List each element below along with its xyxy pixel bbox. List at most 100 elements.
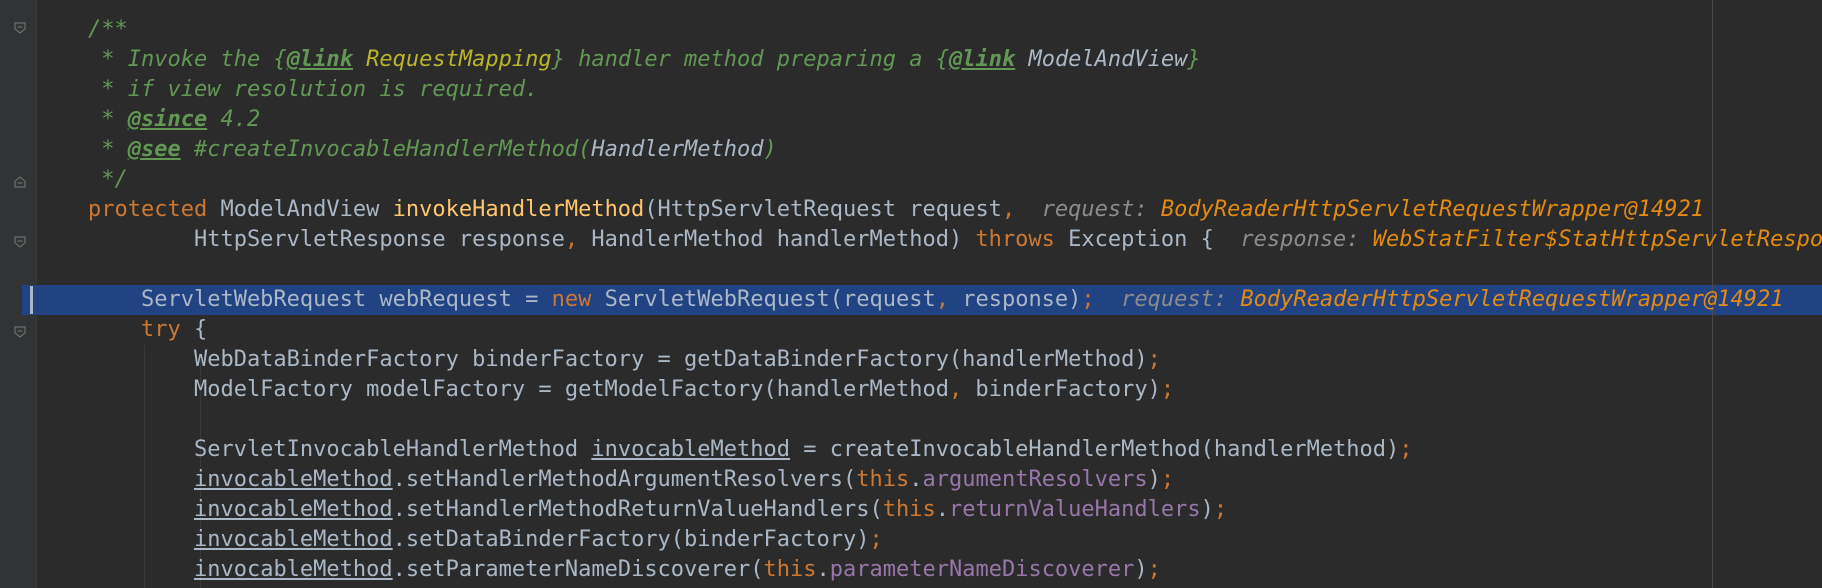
debug-inline-value: request:: [1121, 287, 1241, 312]
code-token: ,: [564, 227, 579, 252]
code-token: (HttpServletRequest request: [644, 197, 1002, 222]
code-token: .setHandlerMethodArgumentResolvers(: [392, 467, 857, 492]
code-token: this: [763, 557, 817, 582]
code-line[interactable]: WebDataBinderFactory binderFactory = get…: [0, 345, 1822, 375]
code-text: try {: [88, 315, 207, 345]
code-text: invocableMethod.setDataBinderFactory(bin…: [88, 525, 883, 555]
code-text: */: [88, 165, 128, 195]
code-line[interactable]: invocableMethod.setParameterNameDiscover…: [0, 555, 1822, 585]
code-token: ServletInvocableHandlerMethod: [88, 437, 592, 462]
code-token: ;: [1160, 377, 1175, 402]
code-token: *: [88, 137, 128, 162]
code-token: ,: [935, 287, 949, 312]
code-text: /**: [88, 15, 128, 45]
code-line[interactable]: invocableMethod.setHandlerMethodReturnVa…: [0, 495, 1822, 525]
code-token: argumentResolvers: [922, 467, 1148, 492]
code-token: ;: [1147, 557, 1161, 582]
code-line[interactable]: [0, 405, 1822, 435]
code-token: HttpServletResponse response: [88, 227, 565, 252]
code-token: ModelAndView: [220, 197, 393, 222]
code-line[interactable]: /**: [0, 15, 1822, 45]
code-text: * Invoke the {@link RequestMapping} hand…: [88, 45, 1200, 75]
code-token: ServletWebRequest(request: [604, 287, 936, 312]
code-token: ): [1147, 467, 1161, 492]
code-token: ;: [1081, 287, 1095, 312]
code-token: protected: [88, 197, 221, 222]
code-line[interactable]: * Invoke the {@link RequestMapping} hand…: [0, 45, 1822, 75]
code-text: ModelFactory modelFactory = getModelFact…: [88, 375, 1174, 405]
code-token: invocableMethod: [193, 497, 393, 522]
code-line[interactable]: * if view resolution is required.: [0, 75, 1822, 105]
code-text: invocableMethod.setHandlerMethodArgument…: [88, 465, 1174, 495]
code-token: .: [935, 497, 949, 522]
code-token: parameterNameDiscoverer: [829, 557, 1135, 582]
code-token: ,: [1001, 197, 1016, 222]
code-token: this: [882, 497, 936, 522]
code-token: ): [1200, 497, 1214, 522]
code-text: ServletWebRequest webRequest = new Servl…: [88, 285, 1783, 315]
code-line[interactable]: * @see #createInvocableHandlerMethod(Han…: [0, 135, 1822, 165]
code-line[interactable]: * @since 4.2: [0, 105, 1822, 135]
code-text: * @see #createInvocableHandlerMethod(Han…: [88, 135, 777, 165]
debug-inline-value: response:: [1240, 227, 1373, 252]
code-token: ;: [869, 527, 883, 552]
code-token: @see: [127, 137, 181, 162]
code-text: * if view resolution is required.: [88, 75, 538, 105]
code-token: invocableMethod: [591, 437, 791, 462]
code-token: @link: [948, 47, 1016, 72]
code-line[interactable]: */: [0, 165, 1822, 195]
code-token: ;: [1160, 467, 1175, 492]
code-token: invokeHandlerMethod: [392, 197, 645, 222]
code-token: ): [1134, 557, 1148, 582]
code-token: } handler method preparing a {: [551, 47, 949, 72]
debug-inline-value: request:: [1041, 197, 1161, 222]
code-line[interactable]: HttpServletResponse response, HandlerMet…: [0, 225, 1822, 255]
code-token: response): [948, 287, 1082, 312]
code-token: = createInvocableHandlerMethod(handlerMe…: [790, 437, 1400, 462]
code-line[interactable]: protected ModelAndView invokeHandlerMeth…: [0, 195, 1822, 225]
code-line[interactable]: try {: [0, 315, 1822, 345]
code-text: HttpServletResponse response, HandlerMet…: [88, 225, 1822, 255]
code-token: Exception {: [1068, 227, 1241, 252]
code-text: invocableMethod.setParameterNameDiscover…: [88, 555, 1161, 585]
code-line[interactable]: ModelFactory modelFactory = getModelFact…: [0, 375, 1822, 405]
code-token: throws: [975, 227, 1069, 252]
code-token: @since: [127, 107, 208, 132]
code-token: HandlerMethod: [591, 137, 764, 162]
code-line[interactable]: invocableMethod.setDataBinderFactory(bin…: [0, 525, 1822, 555]
code-token: ): [763, 137, 777, 162]
code-line[interactable]: invocableMethod.setHandlerMethodArgument…: [0, 465, 1822, 495]
code-line[interactable]: [0, 255, 1822, 285]
code-token: ;: [1213, 497, 1228, 522]
code-token: ;: [1399, 437, 1413, 462]
code-token: try: [88, 317, 194, 342]
code-token: ModelFactory modelFactory = getModelFact…: [88, 377, 949, 402]
code-token: .setParameterNameDiscoverer(: [392, 557, 764, 582]
debug-inline-value: BodyReaderHttpServletRequestWrapper@1492…: [1240, 287, 1784, 312]
code-token: HandlerMethod handlerMethod): [578, 227, 976, 252]
code-token: .: [909, 467, 923, 492]
code-text: * @since 4.2: [88, 105, 260, 135]
code-token: */: [88, 167, 128, 192]
code-text: invocableMethod.setHandlerMethodReturnVa…: [88, 495, 1227, 525]
code-token: ;: [1147, 347, 1161, 372]
code-line[interactable]: ServletInvocableHandlerMethod invocableM…: [0, 435, 1822, 465]
code-editor[interactable]: /** * Invoke the {@link RequestMapping} …: [0, 0, 1822, 588]
code-text: ServletInvocableHandlerMethod invocableM…: [88, 435, 1413, 465]
code-token: .: [816, 557, 830, 582]
debug-inline-value: BodyReaderHttpServletRequestWrapper@1492…: [1160, 197, 1704, 222]
code-text: WebDataBinderFactory binderFactory = get…: [88, 345, 1161, 375]
code-token: returnValueHandlers: [948, 497, 1201, 522]
code-token: invocableMethod: [193, 527, 393, 552]
code-line-current[interactable]: ServletWebRequest webRequest = new Servl…: [0, 285, 1822, 315]
code-token: WebDataBinderFactory binderFactory = get…: [88, 347, 1148, 372]
code-token: {: [193, 317, 208, 342]
code-text: protected ModelAndView invokeHandlerMeth…: [88, 195, 1704, 225]
code-token: /**: [88, 17, 128, 42]
